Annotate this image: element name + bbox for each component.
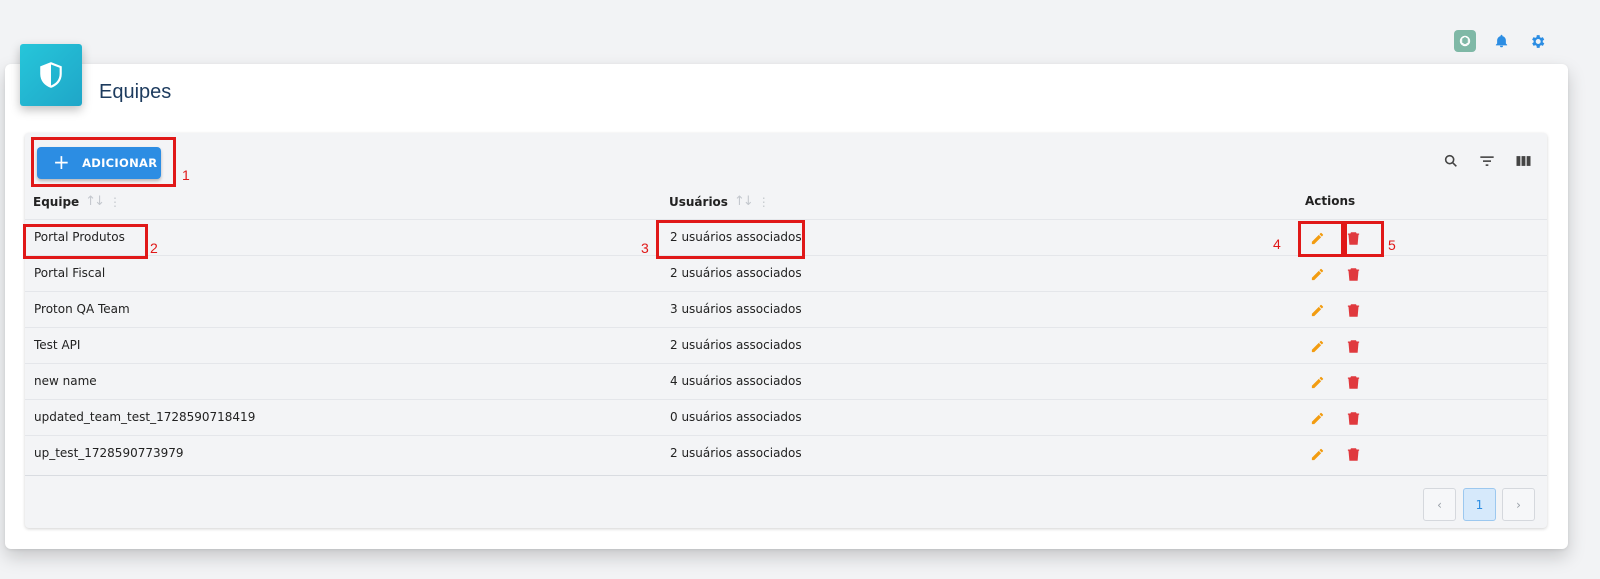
chatgpt-icon[interactable] (1454, 30, 1476, 52)
table-row[interactable]: Portal Fiscal 2 usuários associados (25, 255, 1547, 291)
annotation-label-2: 2 (150, 240, 158, 256)
search-icon[interactable] (1441, 151, 1461, 171)
teams-grid: + ADICIONAR Equipe ↑↓ ⋮ Usuários ↑↓ ⋮ Ac… (25, 133, 1547, 528)
column-menu-icon[interactable]: ⋮ (109, 195, 121, 209)
shield-icon (20, 44, 82, 106)
table-row[interactable]: Test API 2 usuários associados (25, 327, 1547, 363)
trash-icon[interactable] (1343, 228, 1363, 248)
team-name-cell: Portal Produtos (34, 230, 125, 244)
edit-icon[interactable] (1307, 264, 1327, 284)
trash-icon[interactable] (1343, 444, 1363, 464)
team-name-cell: updated_team_test_1728590718419 (34, 410, 256, 424)
column-menu-icon[interactable]: ⋮ (758, 195, 770, 209)
users-cell: 4 usuários associados (670, 374, 802, 388)
gear-icon[interactable] (1526, 30, 1548, 52)
trash-icon[interactable] (1343, 264, 1363, 284)
edit-icon[interactable] (1307, 228, 1327, 248)
bell-icon[interactable] (1490, 30, 1512, 52)
sort-icon[interactable]: ↑↓ (734, 194, 754, 209)
annotation-label-4: 4 (1273, 236, 1281, 252)
table-row[interactable]: Proton QA Team 3 usuários associados (25, 291, 1547, 327)
edit-icon[interactable] (1307, 372, 1327, 392)
filter-icon[interactable] (1477, 151, 1497, 171)
annotation-label-5: 5 (1388, 237, 1396, 253)
users-cell: 0 usuários associados (670, 410, 802, 424)
prev-page-button[interactable]: ‹ (1423, 488, 1456, 521)
table-footer: ‹ 1 › (25, 475, 1547, 528)
column-header-users-label: Usuários (669, 194, 728, 209)
users-cell: 2 usuários associados (670, 446, 802, 460)
team-name-cell: Test API (34, 338, 81, 352)
annotation-label-3: 3 (641, 240, 649, 256)
team-name-cell: Proton QA Team (34, 302, 130, 316)
edit-icon[interactable] (1307, 336, 1327, 356)
table-row[interactable]: Portal Produtos 2 usuários associados (25, 219, 1547, 255)
add-button-label: ADICIONAR (82, 156, 158, 170)
users-cell: 2 usuários associados (670, 230, 802, 244)
users-cell: 2 usuários associados (670, 266, 802, 280)
page-title: Equipes (99, 81, 172, 103)
trash-icon[interactable] (1343, 372, 1363, 392)
trash-icon[interactable] (1343, 336, 1363, 356)
table-row[interactable]: new name 4 usuários associados (25, 363, 1547, 399)
column-header-users[interactable]: Usuários ↑↓ ⋮ (669, 194, 770, 209)
add-button[interactable]: + ADICIONAR (37, 147, 161, 179)
trash-icon[interactable] (1343, 300, 1363, 320)
page-button-1[interactable]: 1 (1463, 488, 1496, 521)
plus-icon: + (53, 150, 71, 174)
column-header-actions: Actions (1305, 194, 1355, 208)
column-header-team[interactable]: Equipe ↑↓ ⋮ (33, 194, 121, 209)
team-name-cell: up_test_1728590773979 (34, 446, 184, 460)
table-row[interactable]: up_test_1728590773979 2 usuários associad… (25, 435, 1547, 471)
team-name-cell: new name (34, 374, 97, 388)
team-name-cell: Portal Fiscal (34, 266, 106, 280)
users-cell: 2 usuários associados (670, 338, 802, 352)
topbar-icons (1454, 30, 1548, 52)
edit-icon[interactable] (1307, 300, 1327, 320)
grid-tools (1441, 151, 1533, 171)
next-page-button[interactable]: › (1502, 488, 1535, 521)
edit-icon[interactable] (1307, 408, 1327, 428)
edit-icon[interactable] (1307, 444, 1327, 464)
users-cell: 3 usuários associados (670, 302, 802, 316)
column-header-team-label: Equipe (33, 194, 80, 209)
sort-icon[interactable]: ↑↓ (85, 194, 105, 209)
annotation-label-1: 1 (182, 167, 190, 183)
columns-icon[interactable] (1513, 151, 1533, 171)
trash-icon[interactable] (1343, 408, 1363, 428)
column-header-actions-label: Actions (1305, 194, 1356, 208)
table-header: Equipe ↑↓ ⋮ Usuários ↑↓ ⋮ Actions (25, 191, 1547, 215)
table-row[interactable]: updated_team_test_1728590718419 0 usuário… (25, 399, 1547, 435)
